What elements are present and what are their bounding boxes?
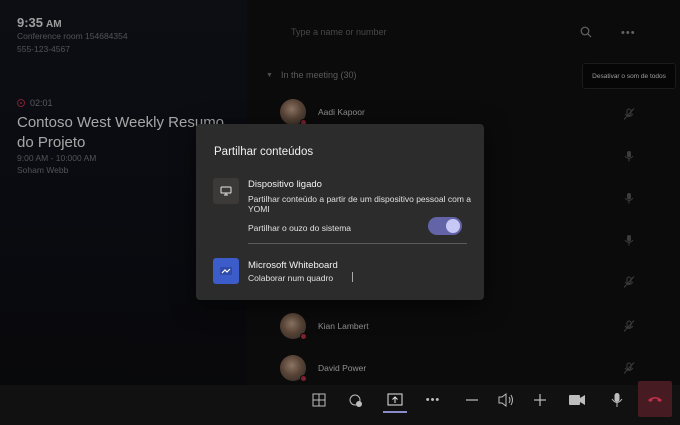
presence-icon — [300, 333, 307, 340]
camera-icon[interactable] — [567, 385, 587, 415]
participant-row[interactable]: Aadi Kapoor — [280, 99, 365, 126]
reactions-icon[interactable] — [347, 385, 365, 415]
roster-section-label: In the meeting (30) — [280, 70, 357, 80]
connected-device-option[interactable]: Dispositivo ligado — [248, 179, 322, 190]
presence-icon — [300, 375, 307, 382]
more-options-icon[interactable]: ••• — [621, 27, 636, 39]
whiteboard-option[interactable]: Microsoft Whiteboard — [248, 260, 338, 271]
speaker-icon[interactable] — [496, 385, 516, 415]
search-icon[interactable] — [580, 26, 592, 38]
dialog-title: Partilhar conteúdos — [214, 146, 314, 158]
chevron-down-icon: ▼ — [266, 71, 273, 79]
avatar — [280, 99, 307, 126]
mic-icon[interactable] — [622, 149, 636, 163]
participant-row[interactable]: David Power — [280, 355, 367, 382]
mic-muted-icon[interactable] — [622, 107, 636, 121]
hangup-button[interactable] — [638, 381, 672, 417]
participant-name: Kian Lambert — [318, 321, 369, 331]
mic-icon[interactable] — [622, 191, 636, 205]
mic-icon[interactable] — [622, 233, 636, 247]
monitor-icon[interactable] — [213, 178, 239, 204]
whiteboard-subtitle: Colaborar num quadro — [248, 273, 334, 283]
meeting-timer-row: 02:01 — [17, 98, 53, 108]
search-input[interactable]: Type a name or number — [291, 27, 387, 37]
share-content-dialog: Partilhar conteúdos Dispositivo ligado P… — [196, 124, 484, 300]
room-name: Conference room 154684354 — [17, 31, 128, 41]
mic-icon[interactable] — [608, 385, 626, 415]
mute-all-tooltip[interactable]: Desativar o som de todos — [582, 63, 676, 89]
mic-muted-icon[interactable] — [622, 319, 636, 333]
participant-name: David Power — [318, 363, 367, 373]
meeting-organizer: Soham Webb — [17, 165, 69, 175]
share-active-indicator — [383, 411, 407, 413]
divider — [248, 243, 467, 244]
participant-name: Aadi Kapoor — [318, 107, 365, 117]
toggle-knob — [446, 219, 460, 233]
participant-row[interactable]: Kian Lambert — [280, 313, 369, 340]
hangup-icon — [648, 397, 662, 402]
more-icon[interactable]: ••• — [424, 385, 442, 415]
roster-section-header[interactable]: ▼ In the meeting (30) — [266, 70, 356, 80]
clock-time: 9:35 — [17, 15, 44, 30]
system-audio-label: Partilhar o ouzo do sistema — [248, 223, 351, 233]
gallery-icon[interactable] — [310, 385, 328, 415]
meeting-time-range: 9:00 AM - 10:000 AM — [17, 153, 97, 163]
mic-muted-icon[interactable] — [622, 275, 636, 289]
volume-down-icon[interactable] — [463, 385, 481, 415]
avatar — [280, 355, 307, 382]
volume-up-icon[interactable] — [531, 385, 549, 415]
room-phone: 555-123-4567 — [17, 44, 70, 54]
whiteboard-icon[interactable] — [213, 258, 239, 284]
avatar — [280, 313, 307, 340]
meeting-timer: 02:01 — [30, 98, 53, 108]
text-cursor — [352, 272, 353, 282]
system-audio-toggle[interactable] — [428, 217, 462, 235]
mic-muted-icon[interactable] — [622, 361, 636, 375]
clock: 9:35 AM — [17, 15, 62, 30]
connected-device-subtitle: Partilhar conteúdo a partir de um dispos… — [248, 194, 472, 214]
clock-ampm: AM — [46, 19, 62, 30]
recording-icon — [17, 99, 25, 107]
